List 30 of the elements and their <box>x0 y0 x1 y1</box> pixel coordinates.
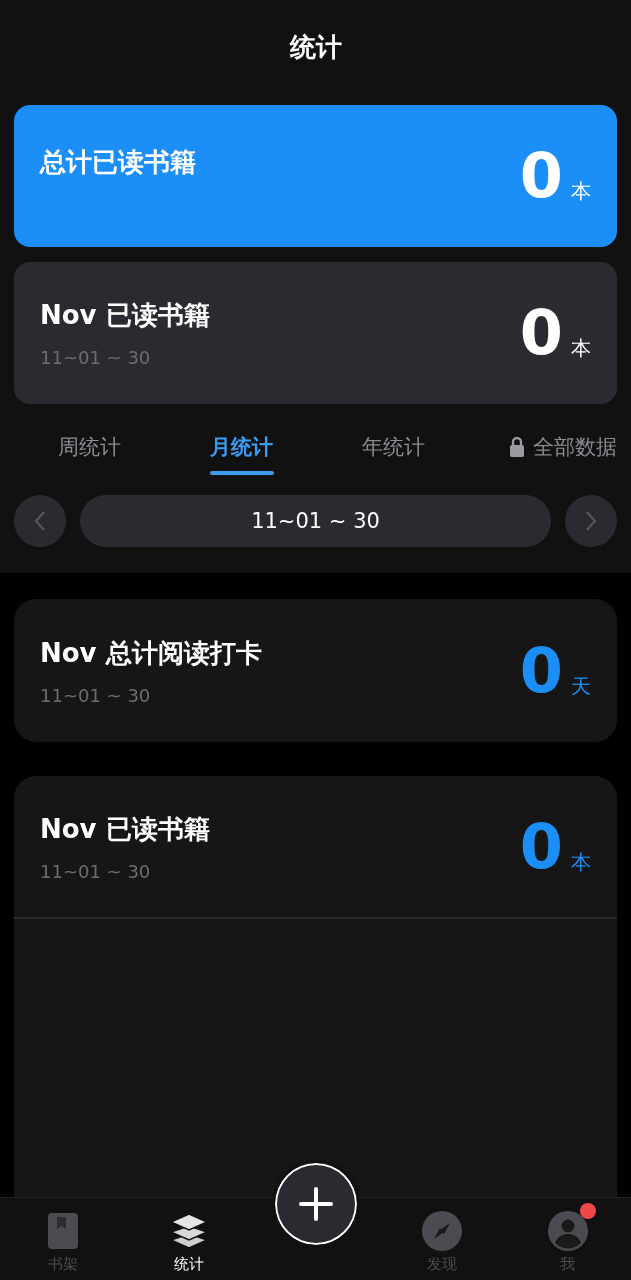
count-value: 0 <box>519 302 563 364</box>
date-range: 11~01 ~ 30 <box>40 347 152 368</box>
book-icon <box>48 1213 79 1249</box>
card-title: Nov 总计阅读打卡 <box>40 636 262 670</box>
count-value: 0 <box>519 145 563 207</box>
unit-label: 天 <box>571 672 591 700</box>
unit-label: 本 <box>571 178 591 205</box>
chevron-left-icon <box>34 510 46 532</box>
date-range: 11~01 ~ 30 <box>40 860 152 882</box>
compass-icon <box>421 1211 462 1251</box>
unit-label: 本 <box>571 848 591 876</box>
previous-button[interactable] <box>14 495 66 547</box>
date-range: 11~01 ~ 30 <box>40 684 152 706</box>
card-title: Nov 已读书籍 <box>40 812 210 846</box>
user-icon <box>547 1211 588 1251</box>
chevron-right-icon <box>585 510 597 532</box>
period-selector[interactable]: 11~01 ~ 30 <box>80 495 551 547</box>
card-title: Nov 已读书籍 <box>40 299 210 332</box>
next-button[interactable] <box>565 495 617 547</box>
count-value: 0 <box>519 639 563 702</box>
count-value: 0 <box>519 815 563 878</box>
period-tab[interactable]: 周统计 <box>14 422 166 477</box>
unit-label: 本 <box>571 335 591 362</box>
page-title: 统计 <box>289 31 342 64</box>
period-tab[interactable]: 全部数据 <box>469 422 617 477</box>
card-title: 总计已读书籍 <box>40 146 196 179</box>
plus-icon <box>297 1186 334 1222</box>
period-tab[interactable]: 月统计 <box>165 422 318 477</box>
nav-tab[interactable]: 统计 <box>126 1198 253 1280</box>
period-tab[interactable]: 年统计 <box>317 422 470 477</box>
